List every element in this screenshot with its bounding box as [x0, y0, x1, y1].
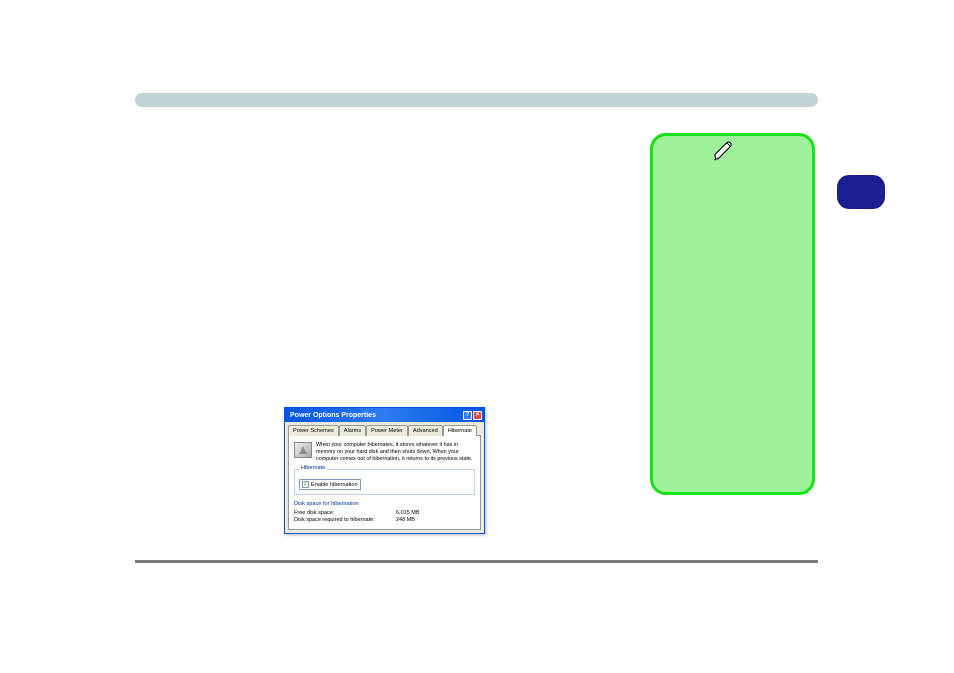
note-box [650, 133, 815, 495]
hibernate-icon [294, 442, 312, 458]
page-tab [837, 175, 885, 209]
enable-hibernation-row[interactable]: ✓ Enable hibernation [299, 479, 361, 490]
pen-icon [713, 140, 735, 162]
power-options-dialog: Power Options Properties ? × Power Schem… [284, 407, 485, 534]
tab-advanced[interactable]: Advanced [408, 425, 443, 436]
checkbox-icon: ✓ [302, 481, 309, 488]
hibernate-fieldset: Hibernate ✓ Enable hibernation [294, 469, 475, 495]
dialog-titlebar: Power Options Properties ? × [285, 408, 484, 422]
disk-space-section: Disk space for hibernation Free disk spa… [294, 499, 475, 523]
footer-bar [135, 560, 818, 563]
free-space-value: 6,015 MB [396, 510, 420, 516]
tab-alarms[interactable]: Alarms [339, 425, 366, 436]
hibernate-fieldset-title: Hibernate [299, 465, 327, 471]
disk-space-title: Disk space for hibernation [294, 501, 475, 509]
tab-power-meter[interactable]: Power Meter [366, 425, 408, 436]
enable-hibernation-label: Enable hibernation [311, 482, 358, 488]
help-button[interactable]: ? [463, 411, 472, 420]
tab-hibernate[interactable]: Hibernate [443, 425, 477, 436]
req-space-label: Disk space required to hibernate: [294, 517, 386, 523]
free-space-label: Free disk space: [294, 510, 386, 516]
description-text: When your computer hibernates, it stores… [316, 442, 475, 463]
dialog-title: Power Options Properties [290, 412, 376, 419]
header-bar [135, 93, 818, 107]
dialog-tabs: Power Schemes Alarms Power Meter Advance… [285, 422, 484, 435]
tab-body: When your computer hibernates, it stores… [288, 435, 481, 530]
tab-power-schemes[interactable]: Power Schemes [288, 425, 339, 436]
req-space-value: 248 MB [396, 517, 415, 523]
close-button[interactable]: × [473, 411, 482, 420]
